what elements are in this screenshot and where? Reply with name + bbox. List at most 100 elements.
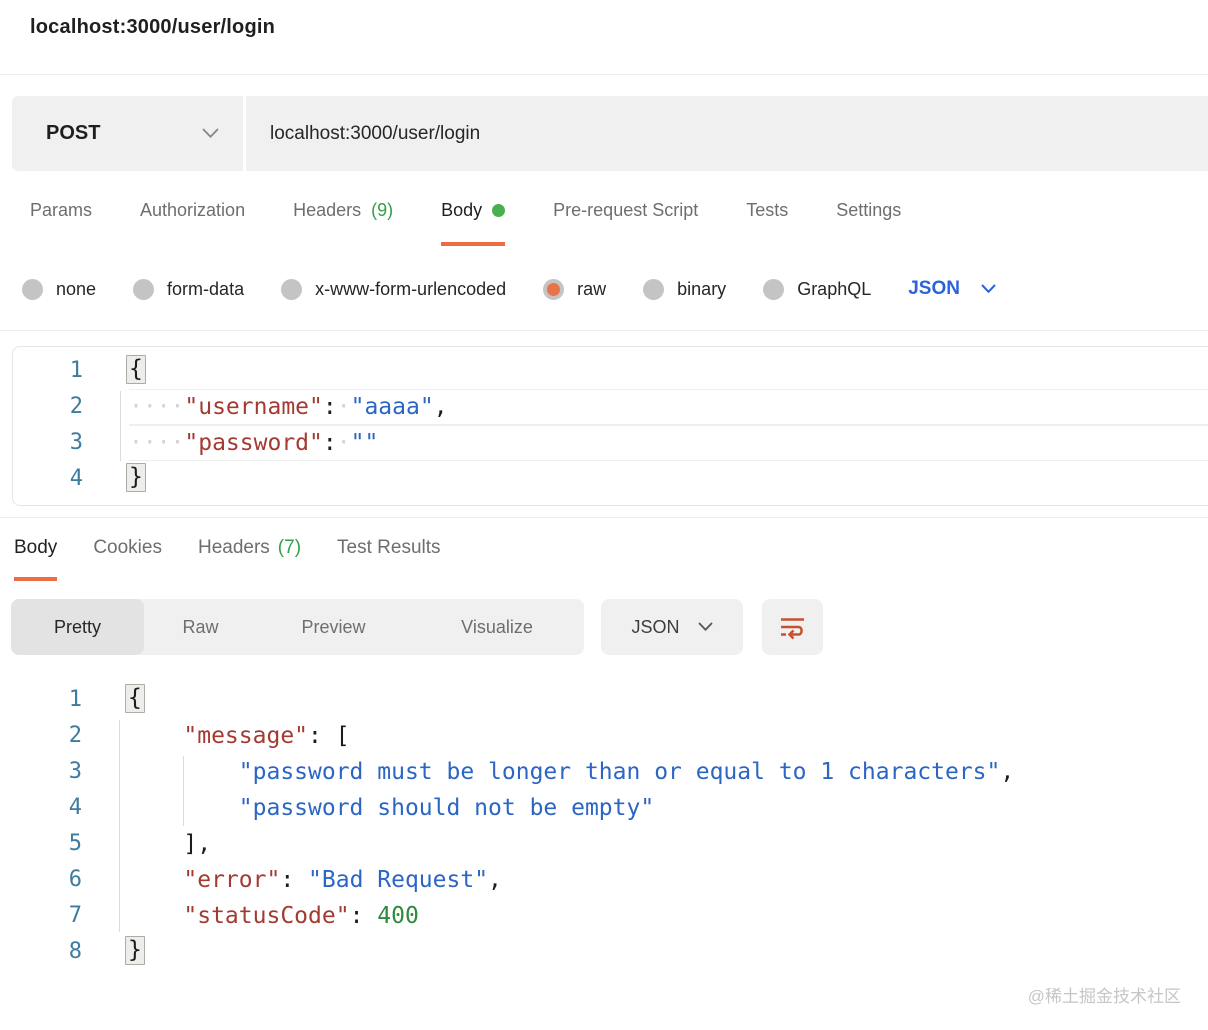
indent-guide: [120, 391, 121, 461]
line-number: 7: [12, 898, 82, 934]
code-token: [128, 903, 183, 929]
tab-tests[interactable]: Tests: [746, 200, 788, 246]
code-line: 7 "statusCode": 400: [12, 898, 1208, 934]
response-tab-headers[interactable]: Headers(7): [198, 536, 301, 581]
code-token: :: [323, 430, 337, 456]
method-selector[interactable]: POST: [12, 96, 243, 171]
body-type-binary[interactable]: binary: [643, 279, 726, 300]
code-token: ,: [434, 394, 448, 420]
tab-label: Params: [30, 200, 92, 221]
code-line: 3 "password must be longer than or equal…: [12, 754, 1208, 790]
code-line: 2····"username":·"aaaa",: [13, 389, 1208, 425]
radio-label: raw: [577, 279, 606, 300]
code-line-content: "password should not be empty": [128, 790, 1208, 826]
code-token: ·: [337, 394, 351, 420]
code-token: "password should not be empty": [239, 795, 654, 821]
tab-count: (7): [278, 536, 301, 559]
response-tab-test-results[interactable]: Test Results: [337, 536, 440, 581]
tab-pre-request-script[interactable]: Pre-request Script: [553, 200, 698, 246]
response-language-dropdown[interactable]: JSON: [601, 599, 743, 655]
code-line: 1{: [12, 682, 1208, 718]
chevron-down-icon: [202, 128, 219, 139]
code-token: :: [280, 867, 308, 893]
title-bar: localhost:3000/user/login: [0, 0, 1208, 75]
code-token: ····: [129, 430, 184, 456]
word-wrap-icon: [779, 615, 806, 640]
tab-headers[interactable]: Headers(9): [293, 200, 393, 246]
radio-label: form-data: [167, 279, 244, 300]
response-body-editor[interactable]: 1{2 "message": [3 "password must be long…: [12, 676, 1208, 970]
body-type-graphql[interactable]: GraphQL: [763, 279, 871, 300]
code-token: :: [350, 903, 378, 929]
tab-params[interactable]: Params: [30, 200, 92, 246]
code-token: [128, 723, 183, 749]
tab-body[interactable]: Body: [441, 200, 505, 246]
view-raw[interactable]: Raw: [144, 599, 257, 655]
body-type-x-www-form-urlencoded[interactable]: x-www-form-urlencoded: [281, 279, 506, 300]
tab-authorization[interactable]: Authorization: [140, 200, 245, 246]
code-token: [128, 867, 183, 893]
divider: [0, 517, 1208, 518]
code-token: "password must be longer than or equal t…: [239, 759, 1001, 785]
line-number: 4: [12, 790, 82, 826]
code-token: 400: [377, 903, 419, 929]
tab-label: Cookies: [93, 536, 162, 559]
tab-label: Test Results: [337, 536, 440, 559]
radio-icon: [643, 279, 664, 300]
raw-language-selector[interactable]: JSON: [908, 278, 996, 300]
request-url-bar: POST localhost:3000/user/login: [12, 96, 1208, 171]
view-pretty[interactable]: Pretty: [11, 599, 144, 655]
code-line-content: }: [128, 934, 1208, 970]
code-token: ,: [1000, 759, 1014, 785]
tab-label: Authorization: [140, 200, 245, 221]
body-type-none[interactable]: none: [22, 279, 96, 300]
radio-label: binary: [677, 279, 726, 300]
tab-label: Pre-request Script: [553, 200, 698, 221]
code-token: ·: [337, 430, 351, 456]
code-token: "username": [184, 394, 322, 420]
code-line-content: ····"username":·"aaaa",: [129, 389, 1208, 425]
code-line-content: "message": [: [128, 718, 1208, 754]
radio-label: GraphQL: [797, 279, 871, 300]
raw-language-label: JSON: [908, 278, 960, 300]
page-title: localhost:3000/user/login: [30, 16, 275, 38]
request-tabs: Params Authorization Headers(9) Body Pre-req…: [30, 200, 1208, 246]
code-token: "error": [183, 867, 280, 893]
unsaved-dot-icon: [492, 204, 505, 217]
radio-label: x-www-form-urlencoded: [315, 279, 506, 300]
view-preview[interactable]: Preview: [257, 599, 410, 655]
view-segmented-control: PrettyRawPreviewVisualize: [11, 599, 584, 655]
url-input[interactable]: localhost:3000/user/login: [246, 96, 1208, 171]
code-line-content: ····"password":·"": [129, 425, 1208, 461]
body-type-form-data[interactable]: form-data: [133, 279, 244, 300]
code-token: :: [323, 394, 337, 420]
chevron-down-icon: [981, 284, 996, 294]
indent-guide: [183, 756, 184, 826]
code-token: "": [351, 430, 379, 456]
code-token: "password": [184, 430, 322, 456]
code-token: "statusCode": [183, 903, 349, 929]
code-line: 4 "password should not be empty": [12, 790, 1208, 826]
radio-icon: [22, 279, 43, 300]
response-tab-cookies[interactable]: Cookies: [93, 536, 162, 581]
tab-label: Body: [441, 200, 482, 221]
body-type-raw[interactable]: raw: [543, 279, 606, 300]
indent-guide: [119, 720, 120, 932]
word-wrap-button[interactable]: [762, 599, 823, 655]
code-line: 6 "error": "Bad Request",: [12, 862, 1208, 898]
line-number: 1: [12, 682, 82, 718]
tab-settings[interactable]: Settings: [836, 200, 901, 246]
code-token: "message": [183, 723, 308, 749]
response-tabs: Body Cookies Headers(7) Test Results: [14, 536, 1208, 581]
response-language-label: JSON: [631, 617, 679, 638]
line-number: 4: [13, 461, 83, 497]
line-number: 2: [12, 718, 82, 754]
code-line-content: ],: [128, 826, 1208, 862]
code-token: "aaaa": [351, 394, 434, 420]
response-tab-body[interactable]: Body: [14, 536, 57, 581]
fold-brace: {: [126, 355, 146, 384]
view-visualize[interactable]: Visualize: [410, 599, 584, 655]
request-body-editor[interactable]: 1{2····"username":·"aaaa",3····"password…: [12, 346, 1208, 506]
tab-label: Headers: [293, 200, 361, 221]
url-text: localhost:3000/user/login: [270, 123, 480, 145]
